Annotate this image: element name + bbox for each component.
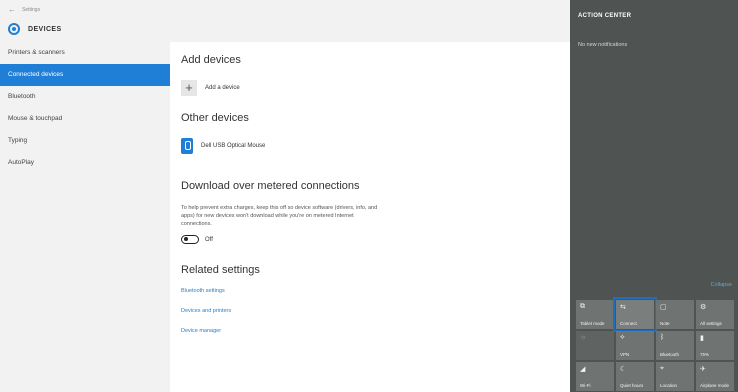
all-settings-icon: ⚙ <box>700 304 707 311</box>
add-devices-heading: Add devices <box>181 54 241 66</box>
notifications-status: No new notifications <box>578 42 628 48</box>
quiet-hours-tile[interactable]: ☾ Quiet hours <box>616 362 654 391</box>
quick-actions-grid: ⧉ Tablet mode ⇆ Connect ▢ Note ⚙ All set… <box>576 297 734 391</box>
tile-label: VPN <box>620 352 630 357</box>
airplane-mode-tile[interactable]: ✈ Airplane mode <box>696 362 734 391</box>
page-title: DEVICES <box>28 25 62 33</box>
bluetooth-settings-link[interactable]: Bluetooth settings <box>181 288 225 294</box>
back-row[interactable]: ← Settings <box>8 5 40 14</box>
all-settings-tile[interactable]: ⚙ All settings <box>696 300 734 329</box>
other-devices-heading: Other devices <box>181 112 249 124</box>
tile-label: Location <box>660 383 678 388</box>
wifi-tile[interactable]: ◢ Wi-Fi <box>576 362 614 391</box>
metered-toggle[interactable] <box>181 235 199 244</box>
collapse-link[interactable]: Collapse <box>711 282 732 288</box>
settings-window: ← Settings DEVICES Printers & scanners C… <box>0 0 570 392</box>
sidebar-item-bluetooth[interactable]: Bluetooth <box>0 86 170 108</box>
tile-label: 75% <box>700 352 710 357</box>
tile-label: Airplane mode <box>700 383 730 388</box>
tablet-mode-icon: ⧉ <box>580 303 585 310</box>
tile-label: Tablet mode <box>580 321 605 326</box>
sidebar-item-connected-devices[interactable]: Connected devices <box>0 64 170 86</box>
title-bar: ← Settings DEVICES <box>0 0 570 42</box>
airplane-mode-icon: ✈ <box>700 366 706 373</box>
brightness-tile[interactable]: ☼ <box>576 331 614 360</box>
sidebar-item-autoplay[interactable]: AutoPlay <box>0 152 170 174</box>
mouse-icon <box>181 138 193 154</box>
plus-icon: + <box>181 80 197 96</box>
vpn-tile[interactable]: ⟡ VPN <box>616 331 654 360</box>
note-tile[interactable]: ▢ Note <box>656 300 694 329</box>
connect-icon: ⇆ <box>620 304 626 311</box>
page-header: DEVICES <box>8 23 62 35</box>
devices-printers-link[interactable]: Devices and printers <box>181 308 231 314</box>
tile-label: Connect <box>620 321 637 326</box>
device-manager-link[interactable]: Device manager <box>181 328 221 334</box>
tablet-mode-tile[interactable]: ⧉ Tablet mode <box>576 300 614 329</box>
back-label: Settings <box>22 6 41 13</box>
bluetooth-tile[interactable]: ᛒ Bluetooth <box>656 331 694 360</box>
gear-icon <box>8 23 20 35</box>
add-device-button[interactable]: + Add a device <box>181 80 240 96</box>
sidebar-item-mouse-touchpad[interactable]: Mouse & touchpad <box>0 108 170 130</box>
device-item[interactable]: Dell USB Optical Mouse <box>181 138 265 154</box>
metered-heading: Download over metered connections <box>181 180 360 192</box>
toggle-state-label: Off <box>205 236 213 243</box>
action-center-title: ACTION CENTER <box>578 13 632 19</box>
main-content: Add devices + Add a device Other devices… <box>170 42 570 392</box>
quiet-hours-icon: ☾ <box>620 366 627 373</box>
battery-icon: ▮ <box>700 335 704 342</box>
bluetooth-icon: ᛒ <box>660 334 665 341</box>
add-device-label: Add a device <box>205 85 240 91</box>
vpn-icon: ⟡ <box>620 334 625 341</box>
action-center-panel: ACTION CENTER No new notifications Colla… <box>570 0 738 392</box>
connect-tile[interactable]: ⇆ Connect <box>613 297 657 332</box>
sidebar-item-printers-scanners[interactable]: Printers & scanners <box>0 42 170 64</box>
brightness-icon: ☼ <box>580 334 587 341</box>
tile-label: Note <box>660 321 670 326</box>
tile-label: Quiet hours <box>620 383 644 388</box>
device-name: Dell USB Optical Mouse <box>201 143 266 149</box>
tile-label: All settings <box>700 321 722 326</box>
location-icon: ⌖ <box>660 365 664 372</box>
wifi-icon: ◢ <box>580 366 586 373</box>
sidebar-item-typing[interactable]: Typing <box>0 130 170 152</box>
note-icon: ▢ <box>660 304 667 311</box>
metered-toggle-row: Off <box>181 235 213 244</box>
back-arrow-icon[interactable]: ← <box>8 5 16 14</box>
sidebar: Printers & scanners Connected devices Bl… <box>0 42 170 392</box>
metered-description: To help prevent extra charges, keep this… <box>181 205 378 227</box>
location-tile[interactable]: ⌖ Location <box>656 362 694 391</box>
tile-label: Bluetooth <box>660 352 680 357</box>
battery-saver-tile[interactable]: ▮ 75% <box>696 331 734 360</box>
related-settings-heading: Related settings <box>181 264 260 276</box>
tile-label: Wi-Fi <box>580 383 591 388</box>
